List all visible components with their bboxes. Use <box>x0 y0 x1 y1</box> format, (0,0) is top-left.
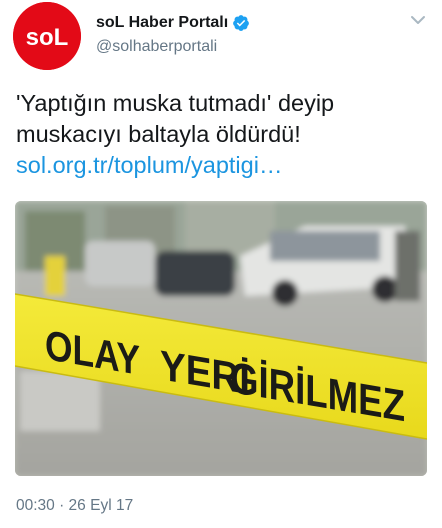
tweet-text-line-1: 'Yaptığın muska tutmadı' deyip <box>16 90 335 116</box>
tweet-text: 'Yaptığın muska tutmadı' deyip muskacıyı… <box>16 88 432 181</box>
tweet-card: soL soL Haber Portalı @solhaberportali '… <box>0 0 442 528</box>
sol-logo: soL <box>13 2 81 70</box>
name-row: soL Haber Portalı <box>96 12 250 34</box>
avatar[interactable]: soL <box>13 2 81 70</box>
chevron-down-icon[interactable] <box>410 14 426 26</box>
display-name[interactable]: soL Haber Portalı <box>96 14 228 32</box>
avatar-logo-text: soL <box>26 24 69 51</box>
verified-badge-icon <box>232 14 250 32</box>
handle[interactable]: @solhaberportali <box>96 38 250 56</box>
author-block: soL Haber Portalı @solhaberportali <box>96 12 250 56</box>
tweet-text-line-2: muskacıyı baltayla öldürdü! <box>16 121 301 147</box>
tweet-image[interactable]: OLAY YERİ GİRİLMEZ <box>15 201 427 476</box>
timestamp[interactable]: 00:30 · 26 Eyl 17 <box>16 497 133 515</box>
tweet-link[interactable]: sol.org.tr/toplum/yaptigi… <box>16 150 432 181</box>
crime-scene-photo: OLAY YERİ GİRİLMEZ <box>15 201 427 476</box>
